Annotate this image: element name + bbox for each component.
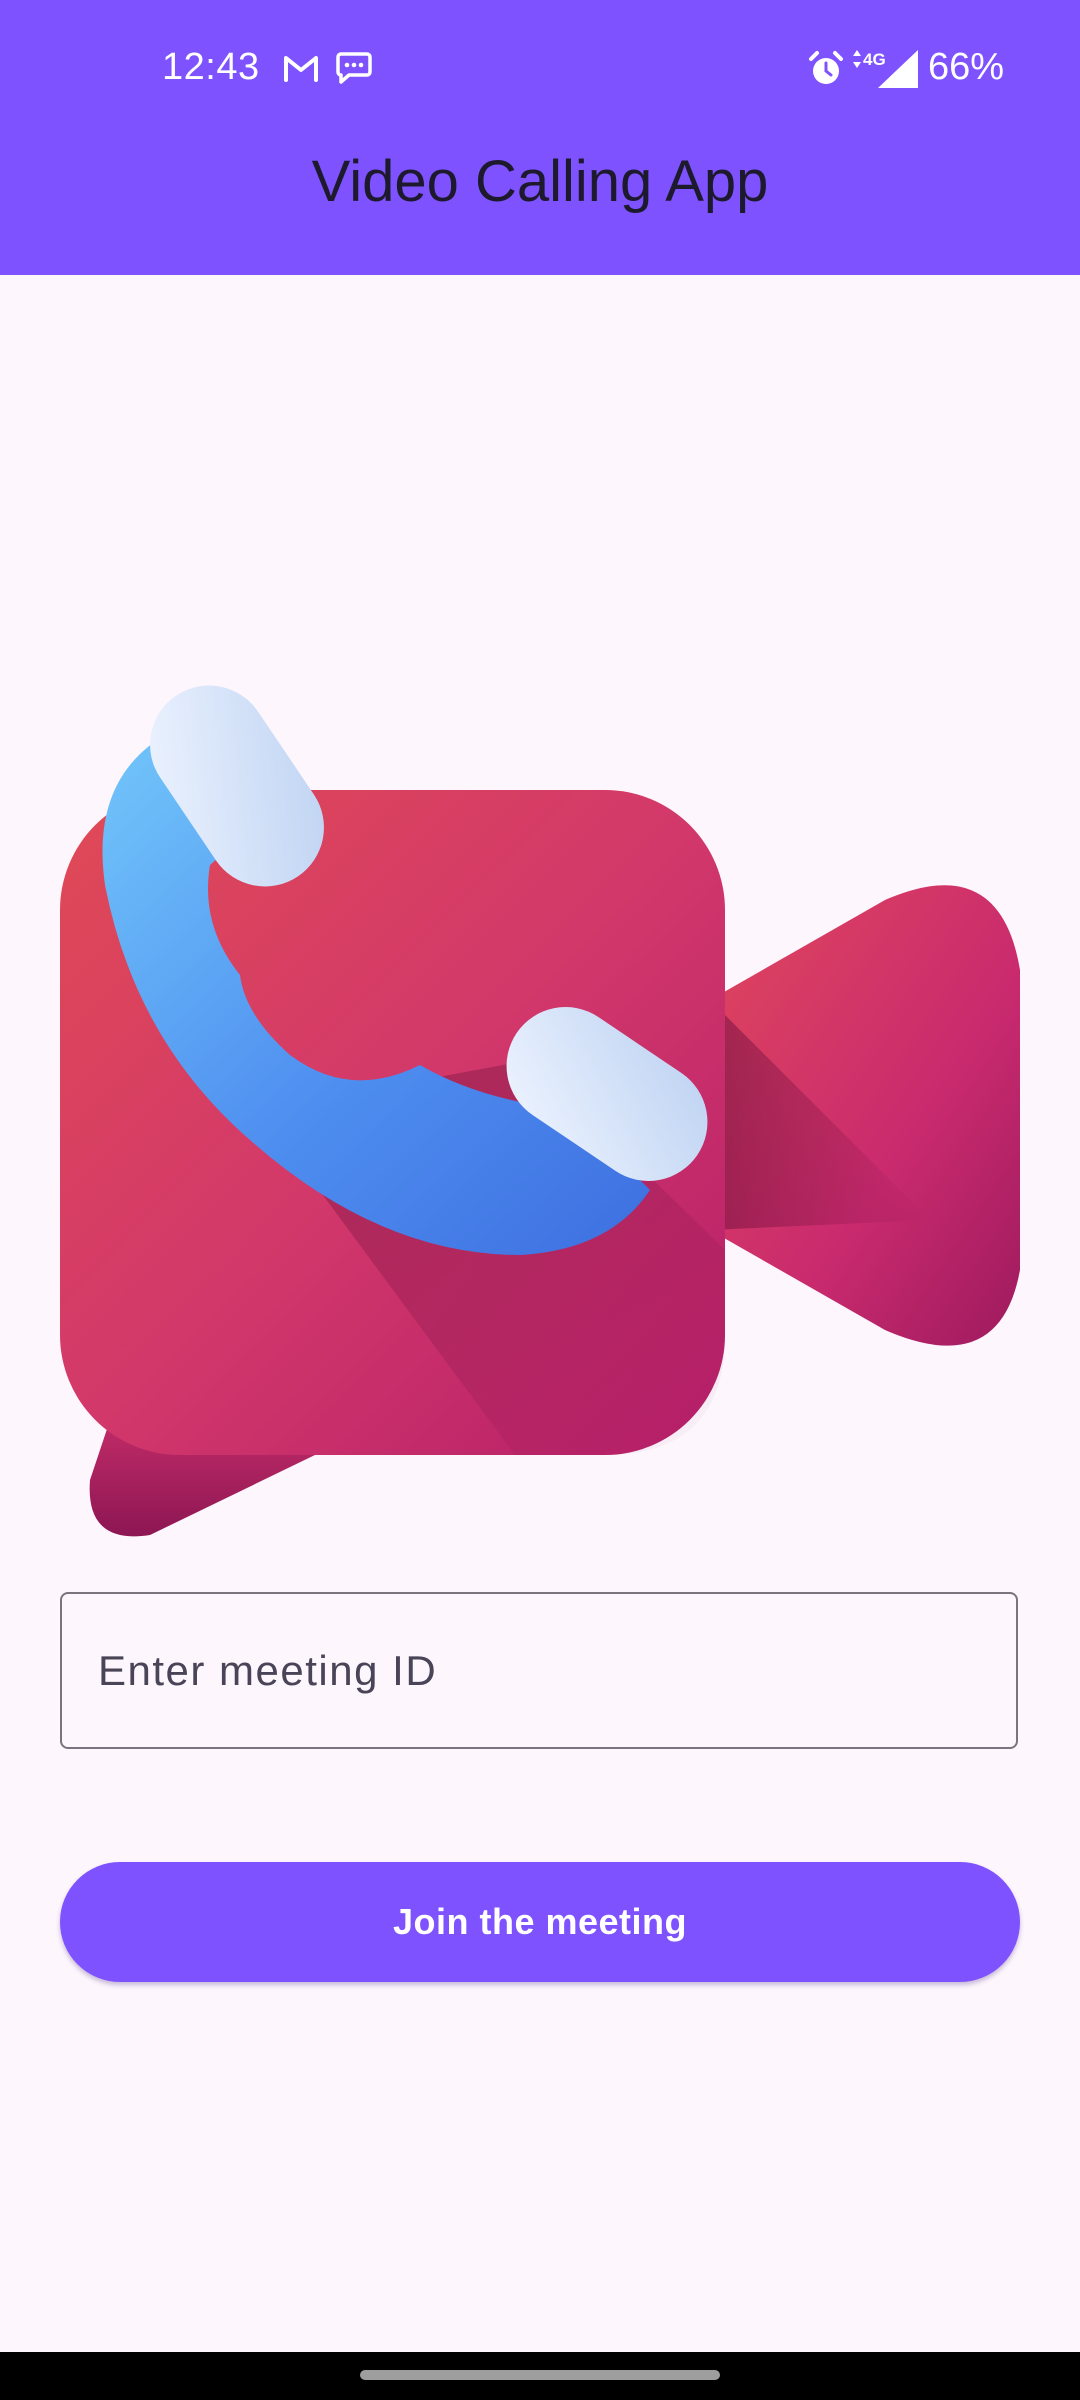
signal-icon: [878, 50, 918, 88]
page-title: Video Calling App: [311, 149, 769, 214]
status-bar: 12:43 4G 66%: [0, 0, 1080, 140]
status-time: 12:43: [162, 46, 260, 88]
battery-percentage: 66%: [928, 46, 1005, 88]
gmail-icon: [284, 56, 318, 82]
navigation-bar: [0, 2352, 1080, 2400]
video-call-logo-icon: [60, 685, 1020, 1537]
meeting-id-input[interactable]: [60, 1592, 1018, 1749]
messages-icon: [336, 52, 372, 84]
alarm-icon: [809, 51, 843, 84]
gesture-handle[interactable]: [360, 2370, 720, 2380]
app-bar: 12:43 4G 66% Video Calling App: [0, 0, 1080, 275]
join-meeting-button[interactable]: Join the meeting: [60, 1862, 1020, 1982]
